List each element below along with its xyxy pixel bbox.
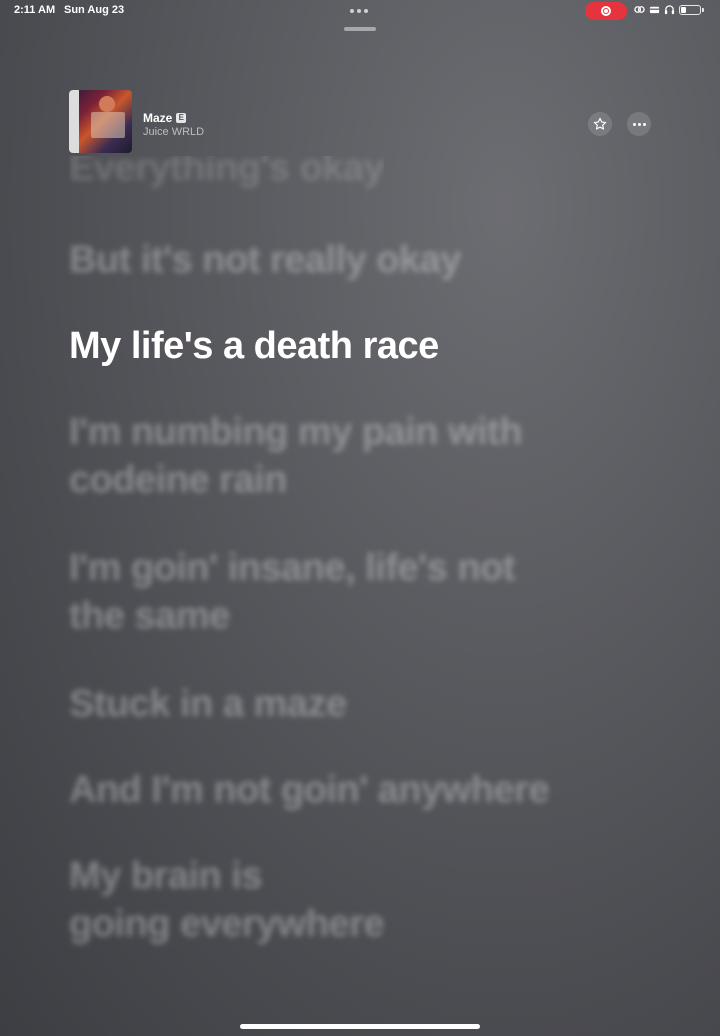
lyric-line[interactable]: I'm numbing my pain with: [69, 408, 523, 456]
lyric-line[interactable]: My brain is: [69, 852, 263, 900]
multitasking-dots-icon[interactable]: [350, 9, 368, 13]
card-icon: [649, 6, 660, 14]
song-title-text: Maze: [143, 111, 173, 125]
status-bar: 2:11 AM Sun Aug 23: [0, 0, 720, 22]
favorite-button[interactable]: [588, 112, 612, 136]
star-icon: [593, 117, 607, 130]
artist-name[interactable]: Juice WRLD: [143, 126, 204, 138]
lyric-line[interactable]: And I'm not goin' anywhere: [69, 766, 550, 814]
now-playing-header: Maze E Juice WRLD: [69, 90, 652, 154]
lyric-line[interactable]: codeine rain: [69, 456, 287, 504]
lyric-line[interactable]: the same: [69, 592, 230, 640]
lyric-line[interactable]: going everywhere: [69, 900, 385, 948]
ellipsis-icon: [632, 122, 646, 126]
status-date: Sun Aug 23: [64, 4, 125, 16]
headphones-icon: [664, 5, 675, 15]
more-options-button[interactable]: [627, 112, 651, 136]
screen-record-icon[interactable]: [585, 2, 627, 20]
link-icon: [634, 6, 645, 13]
home-indicator[interactable]: [240, 1024, 480, 1029]
lyric-line[interactable]: I'm goin' insane, life's not: [69, 544, 515, 592]
explicit-badge: E: [176, 113, 187, 123]
battery-icon: [679, 4, 704, 15]
sheet-grabber[interactable]: [344, 27, 376, 31]
current-lyric-line[interactable]: My life's a death race: [69, 322, 439, 370]
lyric-line[interactable]: But it's not really okay: [69, 236, 461, 284]
status-time: 2:11 AM: [14, 4, 56, 16]
album-artwork[interactable]: [69, 90, 132, 153]
lyric-line[interactable]: Stuck in a maze: [69, 680, 347, 728]
status-icons: [634, 4, 704, 15]
song-title: Maze E: [143, 111, 187, 125]
